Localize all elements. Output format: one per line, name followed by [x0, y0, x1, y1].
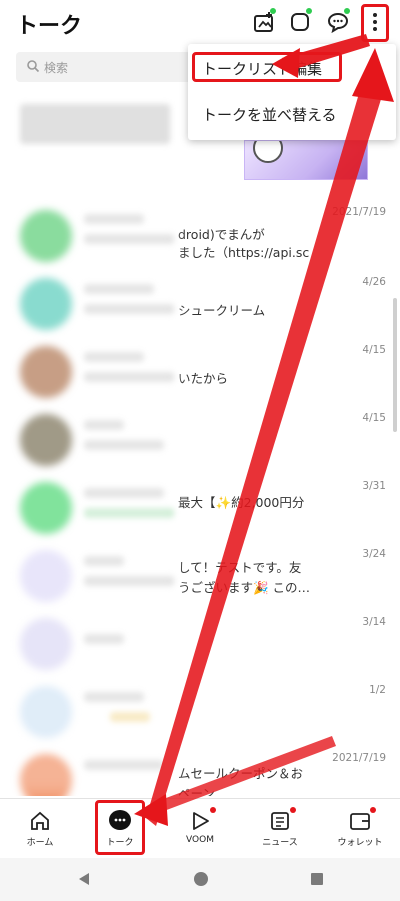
talk-screen: トーク 検索 droid)でまんが ました（https://api.sc 202… — [0, 0, 400, 901]
annotation-arrows — [134, 34, 394, 826]
